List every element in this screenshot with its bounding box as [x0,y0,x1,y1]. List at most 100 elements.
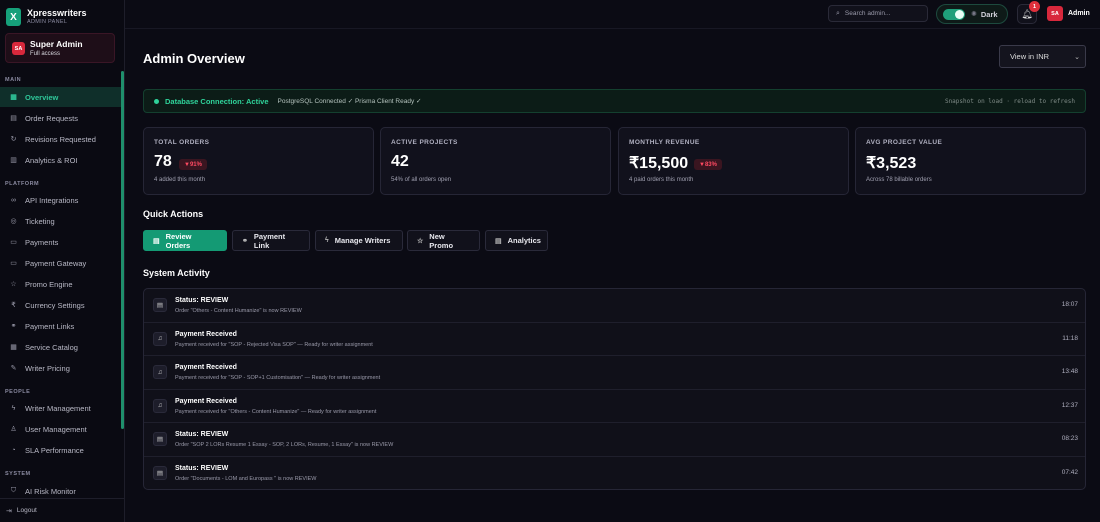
activity-title: Payment Received [175,364,237,372]
activity-description: Order "Others - Content Humanize" is now… [175,308,302,314]
activity-description: Payment received for "Others - Content H… [175,408,377,415]
document-icon: ▤ [153,466,167,480]
sidebar-item-ticketing[interactable]: ◎ Ticketing [0,211,121,231]
sidebar-item-payments[interactable]: ▭ Payments [0,232,121,252]
notification-badge: 1 [1029,1,1040,12]
brand-subtitle: ADMIN PANEL [27,19,68,25]
sidebar-item-revisions-requested[interactable]: ↻ Revisions Requested [0,129,121,149]
sidebar-item-label: Payment Gateway [25,258,87,268]
list-item[interactable]: ▤ Status: REVIEW Order "Documents - LOM … [144,457,1085,489]
sidebar-item-label: API Integrations [25,195,79,205]
search-icon: ⌕ [836,9,840,17]
rupee-icon: ₹ [11,302,16,309]
sidebar-scrollbar[interactable] [121,71,124,429]
stat-card-total-orders: TOTAL ORDERS 78 ▼91% 4 added this month [143,127,374,195]
sidebar-item-api-integrations[interactable]: ∞ API Integrations [0,190,121,210]
manage-writers-button[interactable]: ϟ Manage Writers [315,230,403,251]
page-title: Admin Overview [143,51,245,66]
list-item[interactable]: ♫ Payment Received Payment received for … [144,356,1085,390]
lightning-icon: ϟ [325,237,329,244]
activity-description: Order "Documents - LOM and Europass " is… [175,476,317,482]
toggle-switch[interactable] [943,8,965,20]
button-label: Review Orders [165,231,192,250]
list-item[interactable]: ♫ Payment Received Payment received for … [144,323,1085,357]
sidebar-item-label: Order Requests [25,113,78,123]
button-label: Payment Link [253,231,286,250]
activity-time: 18:07 [1061,301,1078,308]
user-card[interactable]: SA Super Admin Full access [5,33,115,63]
ticket-icon: ◎ [10,218,17,225]
sidebar-item-writer-management[interactable]: ϟ Writer Management [0,398,121,418]
link-icon: ⚭ [10,323,17,330]
sun-icon: ✺ [971,11,977,18]
db-status-text: Database Connection: Active [165,96,269,106]
stat-subtext: 54% of all orders open [391,177,452,183]
theme-toggle[interactable]: ✺ Dark [936,4,1008,24]
refresh-icon: ↻ [10,136,17,143]
sidebar-item-user-management[interactable]: ♙ User Management [0,419,121,439]
sidebar-item-label: Service Catalog [25,342,78,352]
search-placeholder: Search admin... [844,10,891,17]
stat-subtext: Across 78 billable orders [866,177,932,183]
grid-icon: ▦ [10,94,17,101]
tag-icon: ✎ [10,365,17,372]
admin-avatar[interactable]: SA [1047,6,1063,21]
section-label-system: SYSTEM [5,471,31,477]
brand-logo: X [6,8,21,26]
lightning-icon: ϟ [11,404,16,412]
document-icon: ▤ [153,237,160,245]
sidebar-item-payment-gateway[interactable]: ▭ Payment Gateway [0,253,121,273]
activity-time: 11:18 [1062,334,1078,342]
list-item[interactable]: ♫ Payment Received Payment received for … [144,390,1085,424]
logout-button[interactable]: ⇥ Logout [0,498,124,522]
stat-label: AVG PROJECT VALUE [866,139,943,146]
sidebar-item-order-requests[interactable]: ▤ Order Requests [0,108,121,128]
app: X Xpresswriters ADMIN PANEL SA Super Adm… [0,0,1100,522]
sidebar-item-label: Ticketing [25,216,55,226]
currency-select[interactable]: View in INR ⌄ [999,45,1086,68]
activity-time: 12:37 [1061,401,1078,409]
sidebar-item-overview[interactable]: ▦ Overview [0,87,121,107]
clipboard-icon: ▤ [10,115,17,122]
db-snapshot-note: Snapshot on load · reload to refresh [944,98,1075,105]
list-item[interactable]: ▤ Status: REVIEW Order "Others - Content… [144,289,1085,323]
sidebar-item-analytics[interactable]: ▥ Analytics & ROI [0,150,121,170]
db-status-banner: Database Connection: Active PostgreSQL C… [143,89,1086,113]
user-role: Full access [30,51,61,57]
stat-value: 42 [391,153,409,170]
star-icon: ☆ [10,281,17,288]
stat-card-avg-project-value: AVG PROJECT VALUE ₹3,523 Across 78 billa… [855,127,1086,195]
sidebar-item-service-catalog[interactable]: ▦ Service Catalog [0,337,121,357]
theme-label: Dark [980,9,998,19]
db-status-detail: PostgreSQL Connected ✓ Prisma Client Rea… [277,98,422,105]
stat-label: ACTIVE PROJECTS [391,139,458,146]
activity-time: 08:23 [1061,435,1078,443]
activity-description: Order "SOP 2 LORs Resume 1 Essay - SOP, … [175,442,394,449]
search-input[interactable]: ⌕ Search admin... [828,5,928,22]
activity-title: Status: REVIEW [175,431,229,439]
sidebar-item-promo-engine[interactable]: ☆ Promo Engine [0,274,121,294]
sidebar-item-currency-settings[interactable]: ₹ Currency Settings [0,295,121,315]
admin-label[interactable]: Admin [1068,10,1090,17]
sidebar-item-label: AI Risk Monitor [25,486,76,496]
activity-title: Payment Received [175,397,237,405]
sidebar-item-writer-pricing[interactable]: ✎ Writer Pricing [0,358,121,378]
section-label-main: MAIN [5,77,22,83]
shield-icon: ⛉ [10,487,17,494]
brand[interactable]: X Xpresswriters ADMIN PANEL [6,8,87,26]
sidebar-item-payment-links[interactable]: ⚭ Payment Links [0,316,121,336]
brand-name: Xpresswriters [27,8,87,18]
sidebar-item-label: Payments [25,237,59,247]
list-item[interactable]: ▤ Status: REVIEW Order "SOP 2 LORs Resum… [144,423,1085,457]
stat-card-monthly-revenue: MONTHLY REVENUE ₹15,500 ▼83% 4 paid orde… [618,127,849,195]
button-label: New Promo [429,231,454,250]
gauge-icon: ◔ [11,446,16,454]
payment-link-button[interactable]: ⚭ Payment Link [232,230,310,251]
new-promo-button[interactable]: ☆ New Promo [407,230,480,251]
sidebar-item-sla-performance[interactable]: ◔ SLA Performance [0,440,121,460]
system-activity-title: System Activity [143,268,210,278]
bell-icon: ♫ [153,331,167,346]
button-label: Analytics [507,236,541,245]
analytics-button[interactable]: ▤ Analytics [485,230,548,251]
review-orders-button[interactable]: ▤ Review Orders [143,230,227,251]
